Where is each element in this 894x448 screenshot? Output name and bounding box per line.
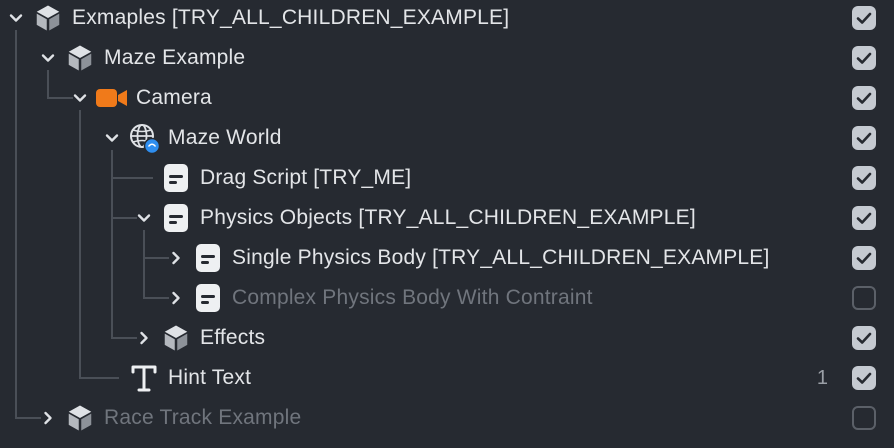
chevron-right-icon[interactable] [165, 247, 187, 269]
row-label: Complex Physics Body With Contraint [232, 286, 593, 309]
visibility-checkbox[interactable] [852, 286, 876, 310]
object-cube-icon [64, 42, 96, 74]
visibility-checkbox[interactable] [852, 6, 876, 30]
row-label: Race Track Example [104, 406, 302, 429]
row-label: Drag Script [TRY_ME] [200, 166, 412, 189]
tree-row-exmaples[interactable]: Exmaples [TRY_ALL_CHILDREN_EXAMPLE] [0, 0, 894, 38]
script-icon [192, 282, 224, 314]
tree-row-drag-script[interactable]: Drag Script [TRY_ME] [0, 158, 894, 198]
script-icon [160, 162, 192, 194]
tree-row-camera[interactable]: Camera [0, 78, 894, 118]
world-globe-icon [128, 122, 160, 154]
script-icon [192, 242, 224, 274]
visibility-checkbox[interactable] [852, 86, 876, 110]
row-label: Maze World [168, 126, 282, 149]
chevron-down-icon[interactable] [101, 127, 123, 149]
chevron-right-icon[interactable] [133, 327, 155, 349]
visibility-checkbox[interactable] [852, 246, 876, 270]
visibility-checkbox[interactable] [852, 326, 876, 350]
visibility-checkbox[interactable] [852, 126, 876, 150]
tree-row-single-physics-body[interactable]: Single Physics Body [TRY_ALL_CHILDREN_EX… [0, 238, 894, 278]
row-label: Effects [200, 326, 266, 349]
tree-row-maze-world[interactable]: Maze World [0, 118, 894, 158]
chevron-down-icon[interactable] [69, 87, 91, 109]
tree-row-race-track-example[interactable]: Race Track Example [0, 398, 894, 438]
object-cube-icon [160, 322, 192, 354]
visibility-checkbox[interactable] [852, 46, 876, 70]
text-icon [128, 362, 160, 394]
chevron-right-icon[interactable] [37, 407, 59, 429]
row-label: Hint Text [168, 366, 252, 389]
script-icon [160, 202, 192, 234]
chevron-down-icon[interactable] [133, 207, 155, 229]
tree-row-effects[interactable]: Effects [0, 318, 894, 358]
row-label: Exmaples [TRY_ALL_CHILDREN_EXAMPLE] [72, 6, 510, 29]
row-label: Physics Objects [TRY_ALL_CHILDREN_EXAMPL… [200, 206, 696, 229]
object-cube-icon [64, 402, 96, 434]
visibility-checkbox[interactable] [852, 406, 876, 430]
tree-row-physics-objects[interactable]: Physics Objects [TRY_ALL_CHILDREN_EXAMPL… [0, 198, 894, 238]
tree-row-hint-text[interactable]: Hint Text 1 [0, 358, 894, 398]
chevron-right-icon[interactable] [165, 287, 187, 309]
row-label: Camera [136, 86, 212, 109]
scene-hierarchy-tree: Exmaples [TRY_ALL_CHILDREN_EXAMPLE] Maze… [0, 0, 894, 448]
tree-row-maze-example[interactable]: Maze Example [0, 38, 894, 78]
count-badge: 1 [816, 367, 828, 389]
visibility-checkbox[interactable] [852, 206, 876, 230]
camera-icon [96, 82, 128, 114]
visibility-checkbox[interactable] [852, 166, 876, 190]
chevron-down-icon[interactable] [37, 47, 59, 69]
row-label: Maze Example [104, 46, 246, 69]
tree-row-complex-physics-body[interactable]: Complex Physics Body With Contraint [0, 278, 894, 318]
chevron-down-icon[interactable] [5, 7, 27, 29]
row-label: Single Physics Body [TRY_ALL_CHILDREN_EX… [232, 246, 770, 269]
object-cube-icon [32, 2, 64, 34]
visibility-checkbox[interactable] [852, 366, 876, 390]
